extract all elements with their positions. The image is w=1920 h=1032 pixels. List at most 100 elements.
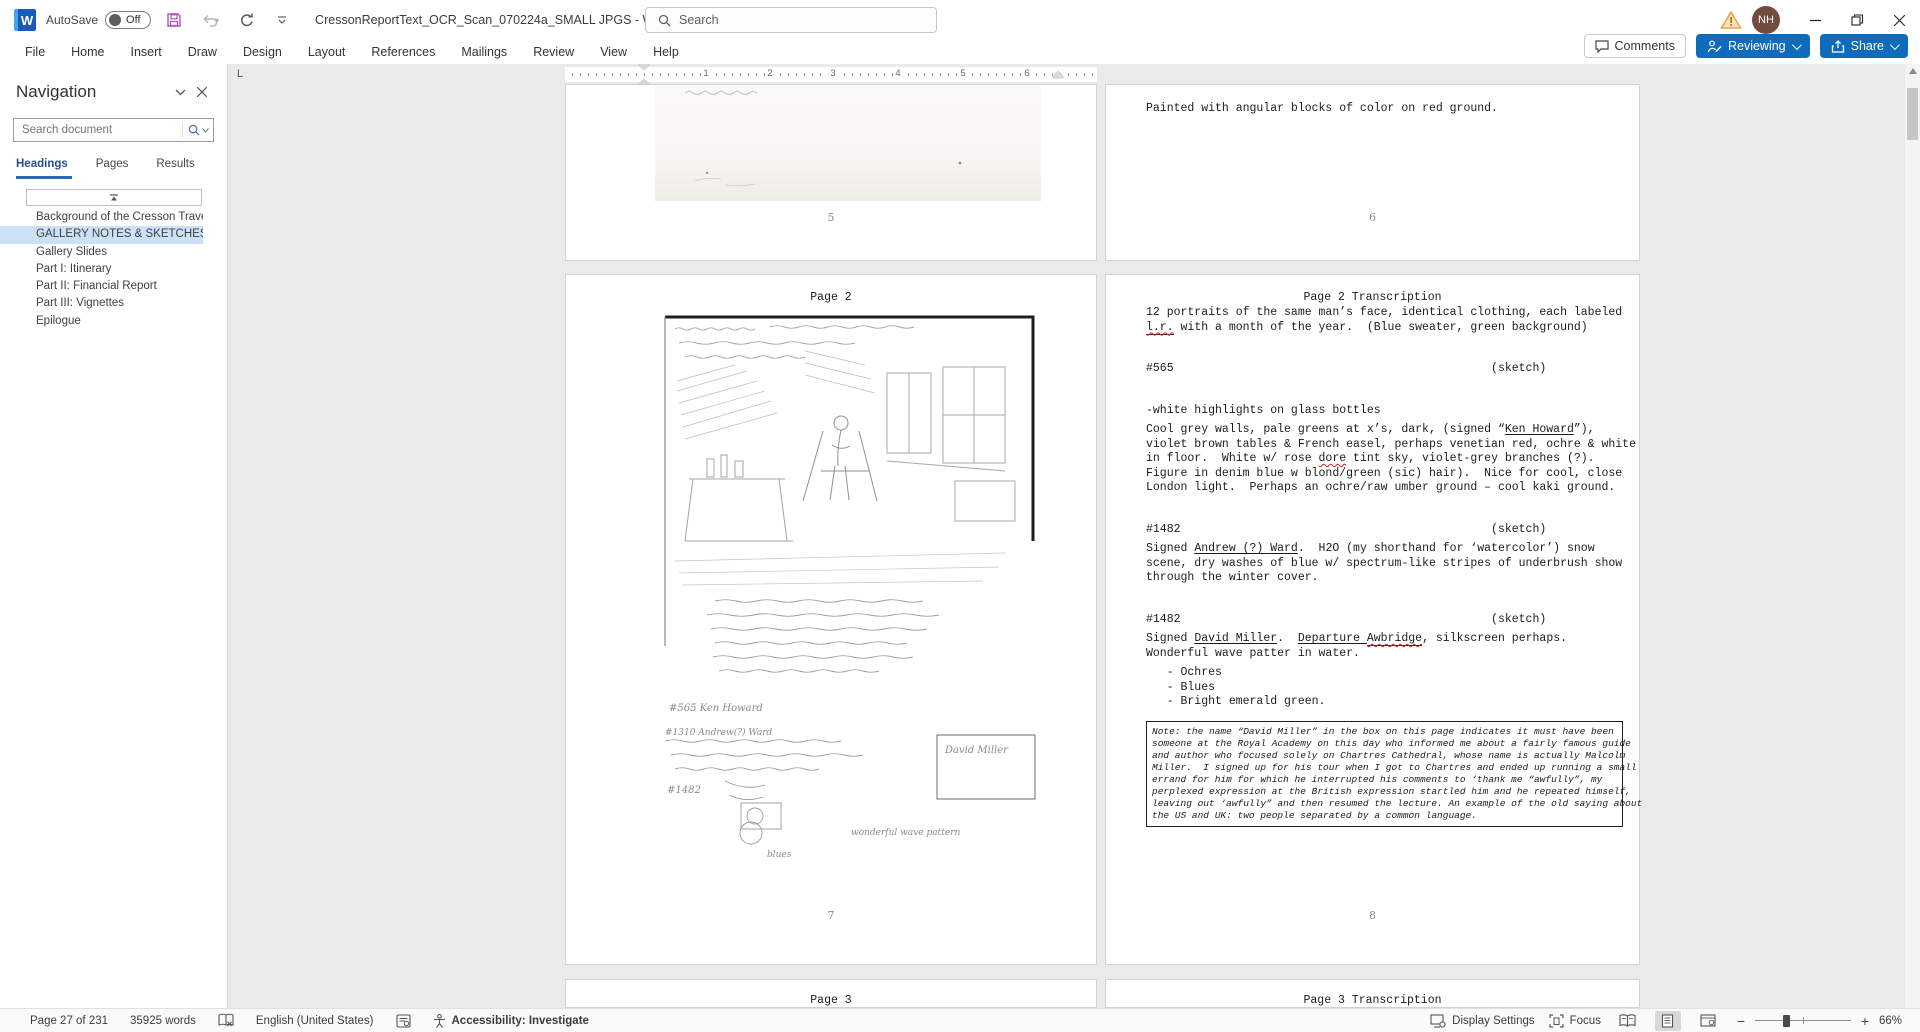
text-predictions-icon	[396, 1014, 411, 1028]
account-avatar[interactable]: NH	[1752, 6, 1780, 34]
customize-quick-access-button[interactable]	[269, 7, 295, 33]
zoom-level[interactable]: 66%	[1879, 1015, 1902, 1027]
autosave-toggle[interactable]: Off	[105, 11, 151, 29]
horizontal-ruler[interactable]: 123456	[565, 67, 1097, 82]
zoom-slider-midpoint	[1803, 1017, 1804, 1024]
search-icon[interactable]	[188, 124, 200, 136]
transcription-cool-grey-paragraph: Cool grey walls, pale greens at x’s, dar…	[1146, 423, 1638, 496]
page-3-partial[interactable]: Page 3	[565, 979, 1097, 1008]
heading-item[interactable]: Part II: Financial Report	[0, 278, 203, 295]
word-window: W AutoSave Off ▾	[0, 0, 1920, 1032]
gallery-sketch-image[interactable]: #565 Ken Howard #1310 Andrew(?) Ward #14…	[655, 311, 1041, 906]
navigation-tab[interactable]: Results	[156, 158, 198, 179]
undo-dropdown-icon: ▾	[215, 16, 219, 25]
redo-button[interactable]	[233, 7, 259, 33]
page-heading: Page 3	[566, 994, 1096, 1007]
ruler-number: 1	[701, 68, 710, 79]
document-search-placeholder: Search document	[22, 124, 182, 136]
read-mode-button[interactable]	[1615, 1011, 1641, 1031]
focus-mode-button[interactable]: Focus	[1549, 1014, 1601, 1028]
transcription-color-bullets: - Ochres - Blues - Bright emerald green.	[1146, 666, 1638, 710]
ribbon-tab[interactable]: View	[587, 40, 640, 64]
zoom-slider[interactable]	[1755, 1014, 1851, 1027]
display-settings-button[interactable]: Display Settings	[1430, 1014, 1534, 1028]
word-count[interactable]: 35925 words	[130, 1015, 196, 1027]
ribbon-tab[interactable]: Home	[58, 40, 117, 64]
page-heading: Page 2 Transcription	[1106, 291, 1639, 304]
zoom-slider-thumb[interactable]	[1783, 1015, 1790, 1027]
first-line-indent-marker[interactable]	[638, 64, 650, 70]
navigation-tabs: Headings Pages Results	[16, 158, 227, 179]
document-search-input[interactable]: Search document	[13, 118, 214, 142]
pane-options-button[interactable]	[169, 83, 191, 101]
vertical-scrollbar[interactable]	[1905, 64, 1920, 1008]
tab-stop-selector[interactable]: L	[232, 66, 248, 81]
reviewing-label: Reviewing	[1728, 39, 1786, 53]
page-2-sketch[interactable]: Page 2	[565, 274, 1097, 965]
display-settings-label: Display Settings	[1452, 1015, 1534, 1027]
minimize-icon	[1810, 15, 1821, 26]
ribbon-tab[interactable]: File	[12, 40, 58, 64]
display-settings-icon	[1430, 1014, 1446, 1028]
search-box[interactable]: Search	[645, 7, 937, 33]
ribbon-tab[interactable]: Layout	[295, 40, 359, 64]
right-indent-marker[interactable]	[1052, 71, 1064, 78]
proofing-errors-button[interactable]	[218, 1013, 234, 1028]
ribbon-tab[interactable]: Review	[520, 40, 587, 64]
save-button[interactable]	[161, 7, 187, 33]
close-pane-button[interactable]	[191, 83, 213, 101]
heading-item[interactable]: Part III: Vignettes	[0, 295, 203, 312]
navigation-tab[interactable]: Pages	[96, 158, 133, 179]
ribbon-tab[interactable]: Insert	[118, 40, 175, 64]
read-mode-icon	[1619, 1014, 1636, 1027]
page-2-transcription[interactable]: Page 2 Transcription 12 portraits of the…	[1105, 274, 1640, 965]
share-button[interactable]: Share	[1820, 34, 1908, 58]
ribbon-tab[interactable]: References	[358, 40, 448, 64]
zoom-out-button[interactable]: −	[1735, 1013, 1747, 1029]
comments-button[interactable]: Comments	[1584, 34, 1686, 58]
chevron-down-icon	[175, 89, 186, 96]
ruler-number: 5	[958, 68, 967, 79]
page-5-partial[interactable]: 5	[565, 84, 1097, 261]
heading-item[interactable]: Background of the Cresson Travel Sch...	[0, 209, 203, 226]
close-icon	[197, 87, 207, 97]
note-box: Note: the name “David Miller” in the box…	[1146, 721, 1623, 827]
text-predictions-button[interactable]	[396, 1014, 411, 1028]
restore-icon	[1851, 14, 1863, 26]
accessibility-checker[interactable]: Accessibility: Investigate	[433, 1014, 589, 1028]
scrollbar-thumb[interactable]	[1907, 88, 1918, 140]
reviewing-button[interactable]: Reviewing	[1696, 34, 1810, 58]
proofing-book-icon	[218, 1013, 234, 1028]
language-selector[interactable]: English (United States)	[256, 1015, 374, 1027]
scan-image-partial[interactable]	[655, 85, 1041, 201]
focus-label: Focus	[1570, 1015, 1601, 1027]
heading-item[interactable]: Gallery Slides	[0, 244, 203, 261]
navigation-pane: Navigation Search document	[0, 64, 228, 1008]
print-layout-button[interactable]	[1655, 1011, 1681, 1031]
search-icon	[658, 14, 671, 27]
navigation-tab[interactable]: Headings	[16, 158, 72, 179]
ribbon-tab[interactable]: Mailings	[448, 40, 520, 64]
search-options-chevron-icon[interactable]	[202, 128, 209, 133]
heading-item[interactable]: Epilogue	[0, 313, 203, 330]
web-layout-button[interactable]	[1695, 1011, 1721, 1031]
heading-item[interactable]: Part I: Itinerary	[0, 261, 203, 278]
undo-button[interactable]: ▾	[197, 7, 223, 33]
scroll-up-icon[interactable]	[1909, 68, 1917, 74]
ribbon-tab-row: FileHomeInsertDrawDesignLayoutReferences…	[0, 40, 1920, 64]
page-3-transcription-partial[interactable]: Page 3 Transcription	[1105, 979, 1640, 1008]
ribbon-tab[interactable]: Design	[230, 40, 295, 64]
sketch-annotation-david-miller: David Miller	[944, 745, 1009, 756]
page-6-partial[interactable]: Painted with angular blocks of color on …	[1105, 84, 1640, 261]
ribbon-tab[interactable]: Draw	[175, 40, 230, 64]
page-indicator[interactable]: Page 27 of 231	[30, 1015, 108, 1027]
page-footer-number: 8	[1106, 909, 1639, 922]
warning-button[interactable]	[1720, 10, 1742, 30]
save-icon	[166, 12, 182, 28]
zoom-in-button[interactable]: +	[1859, 1013, 1871, 1029]
headings-list: Background of the Cresson Travel Sch...G…	[0, 209, 227, 330]
collapse-heading-box[interactable]	[26, 189, 202, 206]
autosave-control[interactable]: AutoSave Off	[46, 11, 151, 29]
ribbon-tab[interactable]: Help	[640, 40, 692, 64]
heading-item[interactable]: GALLERY NOTES & SKETCHES: Scans...	[0, 226, 203, 243]
